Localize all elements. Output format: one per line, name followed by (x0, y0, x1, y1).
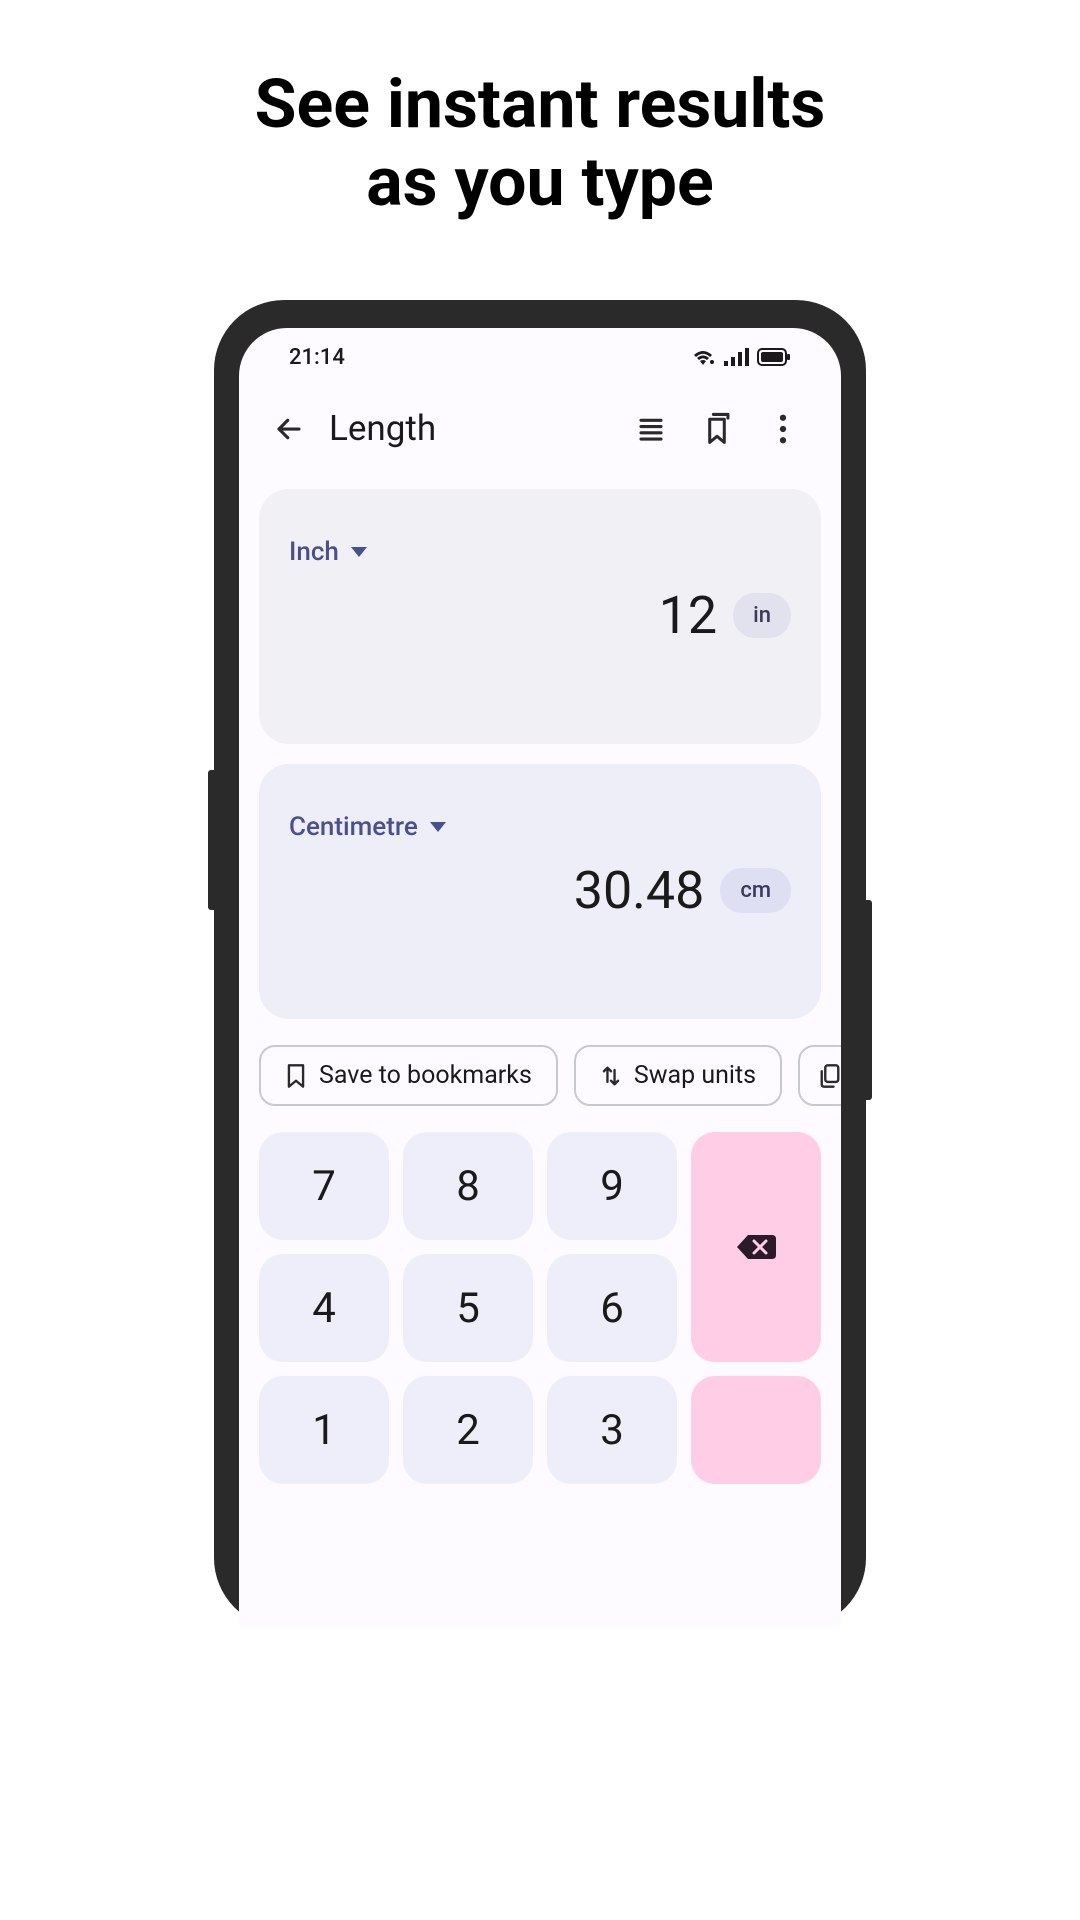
phone-screen: 21:14 Length (239, 328, 841, 1628)
backspace-icon (734, 1231, 778, 1263)
to-unit-label: Centimetre (289, 812, 418, 842)
bookmark-icon (285, 1063, 307, 1089)
key-backspace[interactable] (691, 1132, 821, 1362)
from-unit-label: Inch (289, 537, 339, 567)
key-9[interactable]: 9 (547, 1132, 677, 1240)
to-unit-badge: cm (720, 868, 791, 913)
bookmarks-icon (702, 412, 732, 446)
to-unit-card: Centimetre 30.48 cm (259, 764, 821, 1019)
back-button[interactable] (269, 409, 309, 449)
action-button-row: Save to bookmarks Swap units (239, 1035, 841, 1116)
battery-icon (757, 348, 791, 366)
key-4[interactable]: 4 (259, 1254, 389, 1362)
bookmarks-button[interactable] (699, 411, 735, 447)
copy-button[interactable] (798, 1045, 841, 1106)
page-title: Length (329, 408, 613, 449)
from-unit-card: Inch 12 in (259, 489, 821, 744)
swap-icon (600, 1063, 622, 1089)
swap-units-button[interactable]: Swap units (574, 1045, 782, 1106)
status-icons (691, 347, 791, 367)
list-icon (636, 414, 666, 444)
wifi-icon (691, 347, 715, 367)
numeric-keypad: 7 8 9 4 5 6 1 2 3 (239, 1116, 841, 1484)
menu-button[interactable] (765, 411, 801, 447)
key-1[interactable]: 1 (259, 1376, 389, 1484)
key-3[interactable]: 3 (547, 1376, 677, 1484)
signal-icon (723, 347, 749, 367)
promo-headline: See instant results as you type (0, 0, 1080, 221)
more-vertical-icon (779, 414, 787, 444)
key-clear[interactable] (691, 1376, 821, 1484)
chevron-down-icon (351, 547, 367, 557)
arrow-left-icon (274, 414, 304, 444)
chevron-down-icon (430, 822, 446, 832)
key-7[interactable]: 7 (259, 1132, 389, 1240)
swap-label: Swap units (634, 1061, 756, 1090)
key-6[interactable]: 6 (547, 1254, 677, 1362)
save-bookmark-button[interactable]: Save to bookmarks (259, 1045, 558, 1106)
copy-icon (818, 1063, 841, 1089)
bookmark-label: Save to bookmarks (319, 1061, 532, 1090)
from-unit-selector[interactable]: Inch (289, 537, 791, 567)
key-8[interactable]: 8 (403, 1132, 533, 1240)
phone-mockup-frame: 21:14 Length (214, 300, 866, 1628)
app-header: Length (239, 378, 841, 469)
list-button[interactable] (633, 411, 669, 447)
from-value[interactable]: 12 (659, 585, 717, 646)
key-2[interactable]: 2 (403, 1376, 533, 1484)
key-5[interactable]: 5 (403, 1254, 533, 1362)
from-unit-badge: in (733, 593, 791, 638)
status-time: 21:14 (289, 345, 345, 370)
to-unit-selector[interactable]: Centimetre (289, 812, 791, 842)
status-bar: 21:14 (239, 328, 841, 378)
to-value: 30.48 (574, 860, 705, 921)
